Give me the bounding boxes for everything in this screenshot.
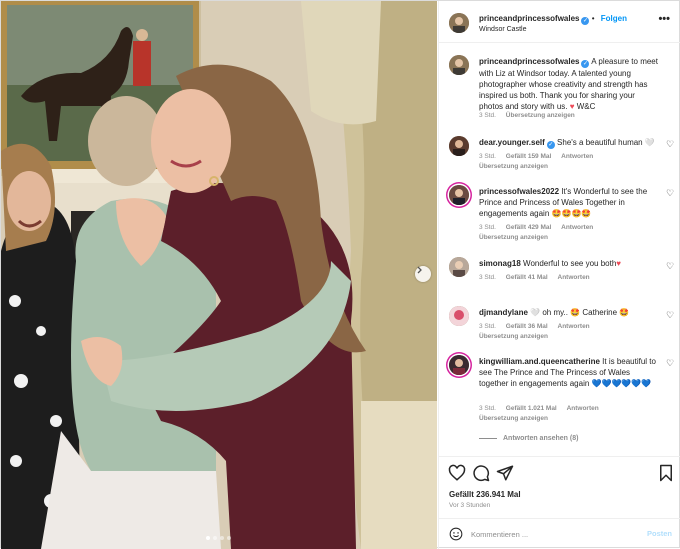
- comment-likes[interactable]: Gefällt 1.021 Mal: [506, 405, 557, 412]
- comment-emoji: 💙💙💙💙💙💙: [591, 379, 652, 388]
- avatar[interactable]: [449, 13, 469, 33]
- translate-link[interactable]: Übersetzung anzeigen: [479, 333, 548, 340]
- heart-icon[interactable]: ♡: [666, 358, 674, 369]
- view-replies-label: Antworten ansehen (8): [503, 435, 579, 442]
- avatar[interactable]: [449, 185, 469, 205]
- reply-button[interactable]: Antworten: [561, 153, 593, 160]
- comment-text: dear.younger.self ✓ She's a beautiful hum…: [479, 137, 659, 149]
- heart-icon[interactable]: [448, 464, 466, 482]
- likes-count[interactable]: Gefällt 236.941 Mal: [449, 490, 521, 499]
- reply-button[interactable]: Antworten: [558, 274, 590, 281]
- translate-link[interactable]: Übersetzung anzeigen: [506, 112, 575, 119]
- heart-icon[interactable]: ♡: [666, 139, 674, 150]
- share-icon[interactable]: [496, 464, 514, 482]
- avatar[interactable]: [449, 136, 469, 156]
- avatar[interactable]: [449, 306, 469, 326]
- comments-section: princeandprincessofwales ✓ A pleasure to …: [439, 45, 680, 455]
- comment-icon[interactable]: [472, 464, 490, 482]
- avatar[interactable]: [449, 55, 469, 75]
- avatar[interactable]: [449, 257, 469, 277]
- more-icon[interactable]: •••: [658, 13, 670, 25]
- follow-button[interactable]: Folgen: [601, 14, 627, 23]
- translate-link[interactable]: Übersetzung anzeigen: [479, 163, 548, 170]
- comment-body: 🤍 oh my.. 🤩 Catherine 🤩: [530, 308, 630, 317]
- comment-likes[interactable]: Gefällt 429 Mal: [506, 224, 552, 231]
- carousel-dot: [213, 536, 217, 540]
- comment-username[interactable]: princessofwales2022: [479, 187, 559, 196]
- bookmark-icon[interactable]: [657, 464, 675, 482]
- comment-meta: 3 Std. Gefällt 1.021 Mal Antworten: [479, 405, 599, 412]
- comment-likes[interactable]: Gefällt 36 Mal: [506, 323, 548, 330]
- carousel-dot-active: [206, 536, 210, 540]
- translate-link[interactable]: Übersetzung anzeigen: [479, 234, 548, 241]
- comment-username[interactable]: simonag18: [479, 259, 521, 268]
- reply-button[interactable]: Antworten: [558, 323, 590, 330]
- caption-signoff: W&C: [576, 102, 596, 111]
- comment-meta: 3 Std. Gefällt 429 Mal Antworten: [479, 224, 594, 231]
- avatar[interactable]: [449, 355, 469, 375]
- carousel-dots: [206, 536, 231, 540]
- translate-link[interactable]: Übersetzung anzeigen: [479, 415, 548, 422]
- comment-text: simonag18 Wonderful to see you both♥: [479, 258, 659, 269]
- comment-body: Wonderful to see you both: [523, 259, 617, 268]
- comment-emoji: 🤩🤩🤩🤩: [551, 209, 592, 218]
- reply-button[interactable]: Antworten: [567, 405, 599, 412]
- verified-icon: ✓: [581, 17, 590, 25]
- comment-likes[interactable]: Gefällt 41 Mal: [506, 274, 548, 281]
- post-photo[interactable]: [1, 1, 437, 549]
- reply-button[interactable]: Antworten: [561, 224, 593, 231]
- chevron-right-icon: [417, 266, 422, 274]
- comment-meta: 3 Std. Gefällt 159 Mal Antworten: [479, 153, 594, 160]
- heart-icon[interactable]: ♡: [666, 188, 674, 199]
- location-link[interactable]: Windsor Castle: [479, 26, 526, 33]
- heart-emoji: ♥: [616, 259, 622, 268]
- photo-illustration: [1, 1, 437, 549]
- post-button[interactable]: Posten: [647, 529, 672, 538]
- caption-time: 3 Std.: [479, 112, 496, 119]
- post-actions: Gefällt 236.941 Mal Vor 3 Stunden: [439, 456, 680, 518]
- heart-emoji: ♥: [569, 102, 575, 111]
- comment-username[interactable]: dear.younger.self: [479, 138, 545, 147]
- add-comment-bar: Posten: [439, 518, 680, 549]
- heart-icon[interactable]: ♡: [666, 261, 674, 272]
- caption-text: princeandprincessofwales ✓ A pleasure to …: [479, 56, 659, 112]
- post-sidebar: princeandprincessofwales ✓ • Folgen Winds…: [438, 1, 680, 549]
- comment-meta: 3 Std. Gefällt 41 Mal Antworten: [479, 274, 590, 281]
- carousel-dot: [220, 536, 224, 540]
- comment-text: princessofwales2022 It's Wonderful to se…: [479, 186, 659, 219]
- comment-text: kingwilliam.and.queencatherine It is bea…: [479, 356, 659, 389]
- verified-icon: ✓: [546, 141, 555, 149]
- verified-icon: ✓: [581, 60, 590, 68]
- comment-username[interactable]: djmandylane: [479, 308, 528, 317]
- next-photo-button[interactable]: [415, 266, 431, 282]
- caption-username[interactable]: princeandprincessofwales: [479, 57, 579, 66]
- comment-username[interactable]: kingwilliam.and.queencatherine: [479, 357, 600, 366]
- instagram-post: princeandprincessofwales ✓ • Folgen Winds…: [0, 0, 680, 549]
- comment-likes[interactable]: Gefällt 159 Mal: [506, 153, 552, 160]
- comment-input[interactable]: [471, 527, 631, 541]
- carousel-dot: [227, 536, 231, 540]
- header-username[interactable]: princeandprincessofwales: [479, 14, 579, 23]
- comment-body: She's a beautiful human 🤍: [557, 138, 655, 147]
- comment-text: djmandylane 🤍 oh my.. 🤩 Catherine 🤩: [479, 307, 659, 318]
- caption-meta: 3 Std. Übersetzung anzeigen: [479, 112, 583, 119]
- heart-icon[interactable]: ♡: [666, 310, 674, 321]
- header-username-row: princeandprincessofwales ✓ • Folgen: [479, 14, 627, 25]
- post-time: Vor 3 Stunden: [449, 502, 491, 509]
- view-replies-button[interactable]: Antworten ansehen (8): [479, 435, 578, 442]
- emoji-icon[interactable]: [449, 527, 463, 541]
- comment-meta: 3 Std. Gefällt 36 Mal Antworten: [479, 323, 590, 330]
- divider: [479, 438, 497, 439]
- post-header: princeandprincessofwales ✓ • Folgen Winds…: [439, 1, 680, 43]
